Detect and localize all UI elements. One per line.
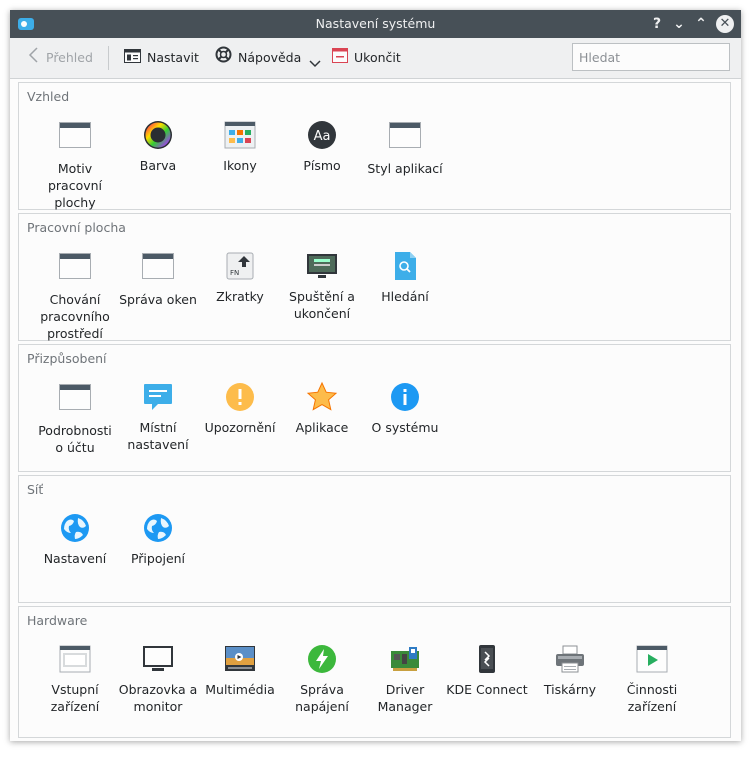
item-multimedia[interactable]: Multimédia <box>199 643 281 698</box>
help-titlebar-button[interactable]: ? <box>647 14 667 34</box>
app-style-icon <box>389 122 421 154</box>
startup-shutdown-icon <box>306 250 338 282</box>
group-pracovni-plocha: Pracovní plocha Chování pracovního prost… <box>18 213 731 341</box>
item-desktop-theme[interactable]: Motiv pracovní plochy <box>34 119 116 211</box>
group-title: Přizpůsobení <box>27 351 107 366</box>
item-about[interactable]: O systému <box>364 381 446 436</box>
item-printers[interactable]: Tiskárny <box>529 643 611 698</box>
device-actions-icon <box>636 643 668 675</box>
workspace-behavior-icon <box>59 253 91 285</box>
maximize-button[interactable]: ⌃ <box>691 14 711 34</box>
category-view: Vzhled Motiv pracovní plochy Barva Ikony <box>10 79 741 741</box>
settings-window: Nastavení systému ? ⌄ ⌃ ✕ Přehled Nastav… <box>10 10 741 741</box>
item-driver-manager[interactable]: Driver Manager <box>364 643 446 715</box>
group-sit: Síť Nastavení Připojení <box>18 475 731 603</box>
group-title: Pracovní plocha <box>27 220 126 235</box>
search-input[interactable] <box>573 44 735 70</box>
quit-button[interactable]: Ukončit <box>332 38 401 78</box>
item-workspace-behavior[interactable]: Chování pracovního prostředí <box>34 250 116 342</box>
window-management-icon <box>142 253 174 285</box>
group-title: Vzhled <box>27 89 70 104</box>
back-arrow-icon <box>28 39 40 79</box>
applications-icon <box>306 381 338 413</box>
network-settings-icon <box>59 512 91 544</box>
about-icon <box>389 381 421 413</box>
group-hardware: Hardware Vstupní zařízení Obrazovka a mo… <box>18 606 731 738</box>
font-icon: Aa <box>306 119 338 151</box>
item-notifications[interactable]: Upozornění <box>199 381 281 436</box>
group-prizpusobeni: Přizpůsobení Podrobnosti o účtu Místní n… <box>18 344 731 472</box>
item-network-settings[interactable]: Nastavení <box>34 512 116 567</box>
minimize-button[interactable]: ⌄ <box>669 14 689 34</box>
notifications-icon <box>224 381 256 413</box>
overview-button[interactable]: Přehled <box>28 38 93 78</box>
group-vzhled: Vzhled Motiv pracovní plochy Barva Ikony <box>18 82 731 210</box>
titlebar[interactable]: Nastavení systému ? ⌄ ⌃ ✕ <box>10 10 741 38</box>
item-account[interactable]: Podrobnosti o účtu <box>34 381 116 456</box>
item-input-devices[interactable]: Vstupní zařízení <box>34 643 116 715</box>
search-field[interactable] <box>572 43 735 71</box>
item-search[interactable]: Hledání <box>364 250 446 305</box>
icons-icon <box>224 119 256 151</box>
configure-icon <box>124 39 141 79</box>
overview-label: Přehled <box>46 50 93 65</box>
close-button[interactable]: ✕ <box>716 15 734 33</box>
input-devices-icon <box>59 643 91 675</box>
chevron-down-icon <box>309 44 321 84</box>
color-icon <box>142 119 174 151</box>
item-font[interactable]: Aa Písmo <box>281 119 363 174</box>
group-title: Hardware <box>27 613 88 628</box>
shortcuts-icon: FN <box>224 250 256 282</box>
item-applications[interactable]: Aplikace <box>281 381 363 436</box>
account-icon <box>59 384 91 416</box>
item-icons[interactable]: Ikony <box>199 119 281 174</box>
svg-text:Aa: Aa <box>314 129 331 144</box>
window-title: Nastavení systému <box>315 16 436 31</box>
item-startup-shutdown[interactable]: Spuštění a ukončení <box>281 250 363 322</box>
item-app-style[interactable]: Styl aplikací <box>364 119 446 177</box>
printer-icon <box>554 643 586 675</box>
item-connections[interactable]: Připojení <box>117 512 199 567</box>
item-power[interactable]: Správa napájení <box>281 643 363 715</box>
configure-button[interactable]: Nastavit <box>124 38 199 78</box>
item-display[interactable]: Obrazovka a monitor <box>117 643 199 715</box>
display-icon <box>142 643 174 675</box>
quit-label: Ukončit <box>354 50 401 65</box>
desktop-theme-icon <box>59 122 91 154</box>
search-icon <box>389 250 421 282</box>
svg-text:FN: FN <box>230 269 239 277</box>
group-title: Síť <box>27 482 44 497</box>
power-icon <box>306 643 338 675</box>
item-locale[interactable]: Místní nastavení <box>117 381 199 453</box>
toolbar-separator <box>108 46 109 70</box>
driver-manager-icon <box>389 643 421 675</box>
item-device-actions[interactable]: Činnosti zařízení <box>611 643 693 715</box>
item-window-management[interactable]: Správa oken <box>117 250 199 308</box>
help-label: Nápověda <box>238 50 302 65</box>
item-kde-connect[interactable]: KDE Connect <box>446 643 528 698</box>
connections-icon <box>142 512 174 544</box>
multimedia-icon <box>224 643 256 675</box>
configure-label: Nastavit <box>147 50 199 65</box>
quit-icon <box>332 39 348 79</box>
lifebuoy-icon <box>215 39 232 79</box>
item-color[interactable]: Barva <box>117 119 199 174</box>
item-shortcuts[interactable]: FN Zkratky <box>199 250 281 305</box>
kde-connect-icon <box>471 643 503 675</box>
help-menu-button[interactable]: Nápověda <box>215 38 321 78</box>
locale-icon <box>142 381 174 413</box>
